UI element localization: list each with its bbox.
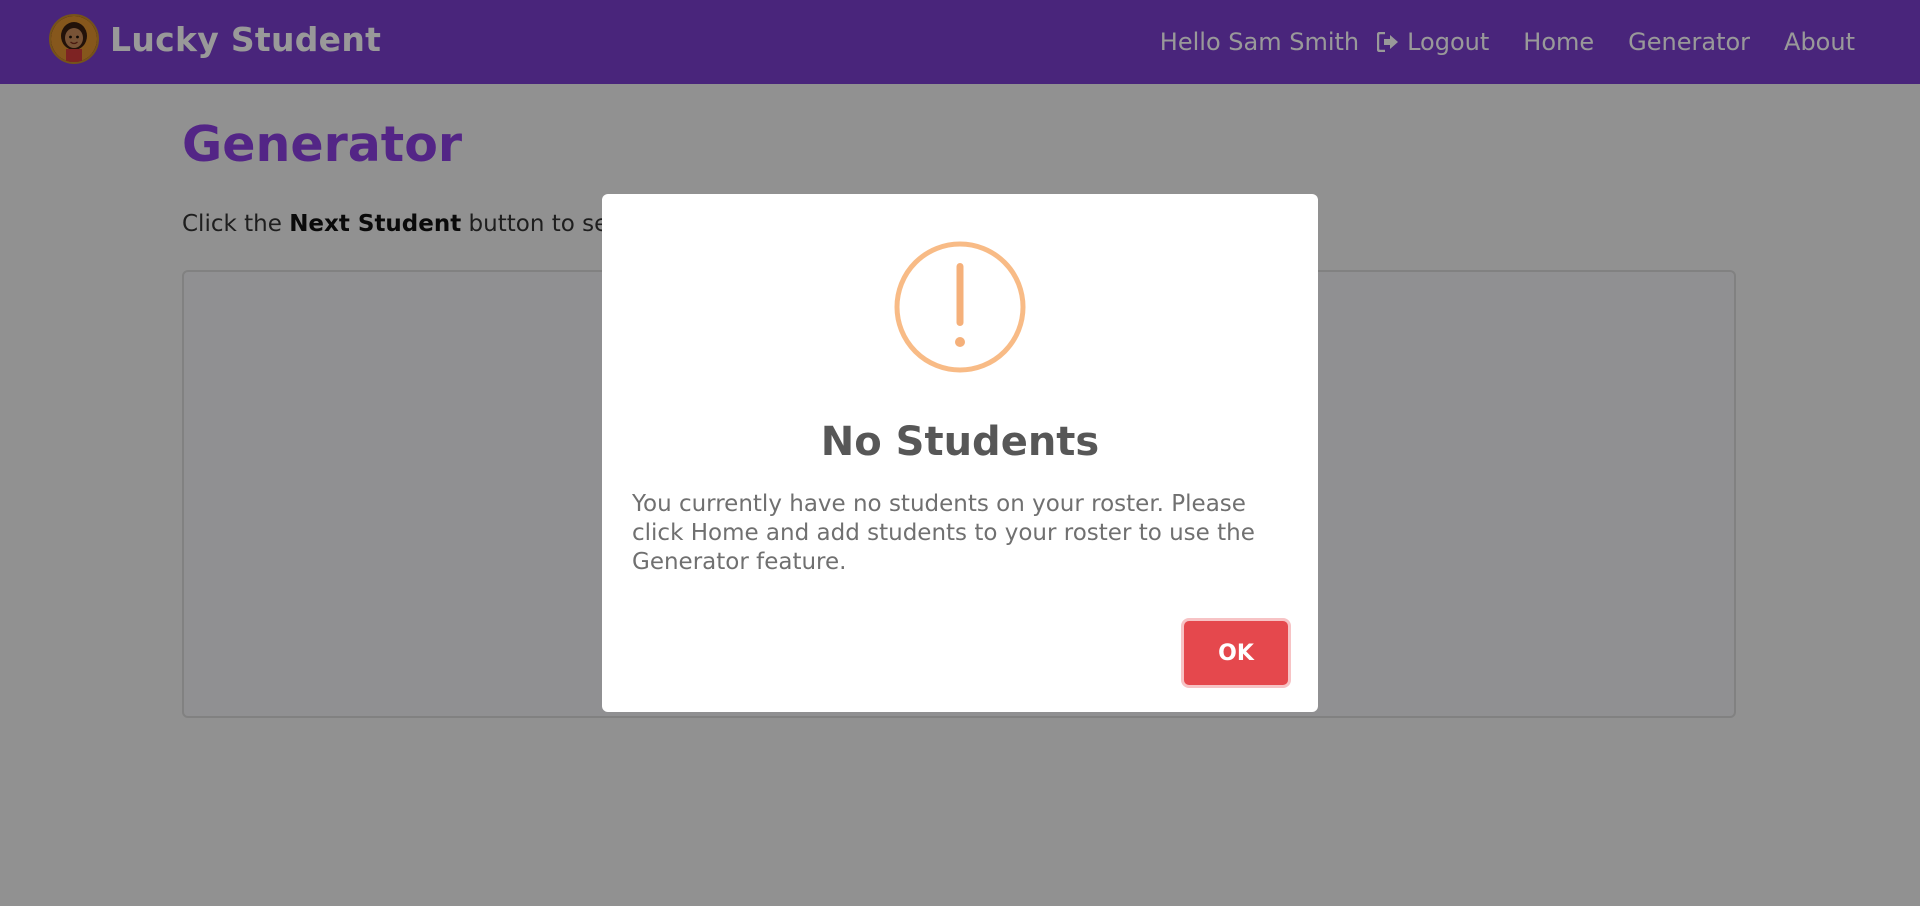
alert-dialog: No Students You currently have no studen… (602, 194, 1318, 712)
modal-title: No Students (820, 419, 1100, 465)
ok-button[interactable]: OK (1184, 621, 1288, 685)
modal-message: You currently have no students on your r… (632, 491, 1255, 575)
warning-icon (894, 241, 1026, 373)
